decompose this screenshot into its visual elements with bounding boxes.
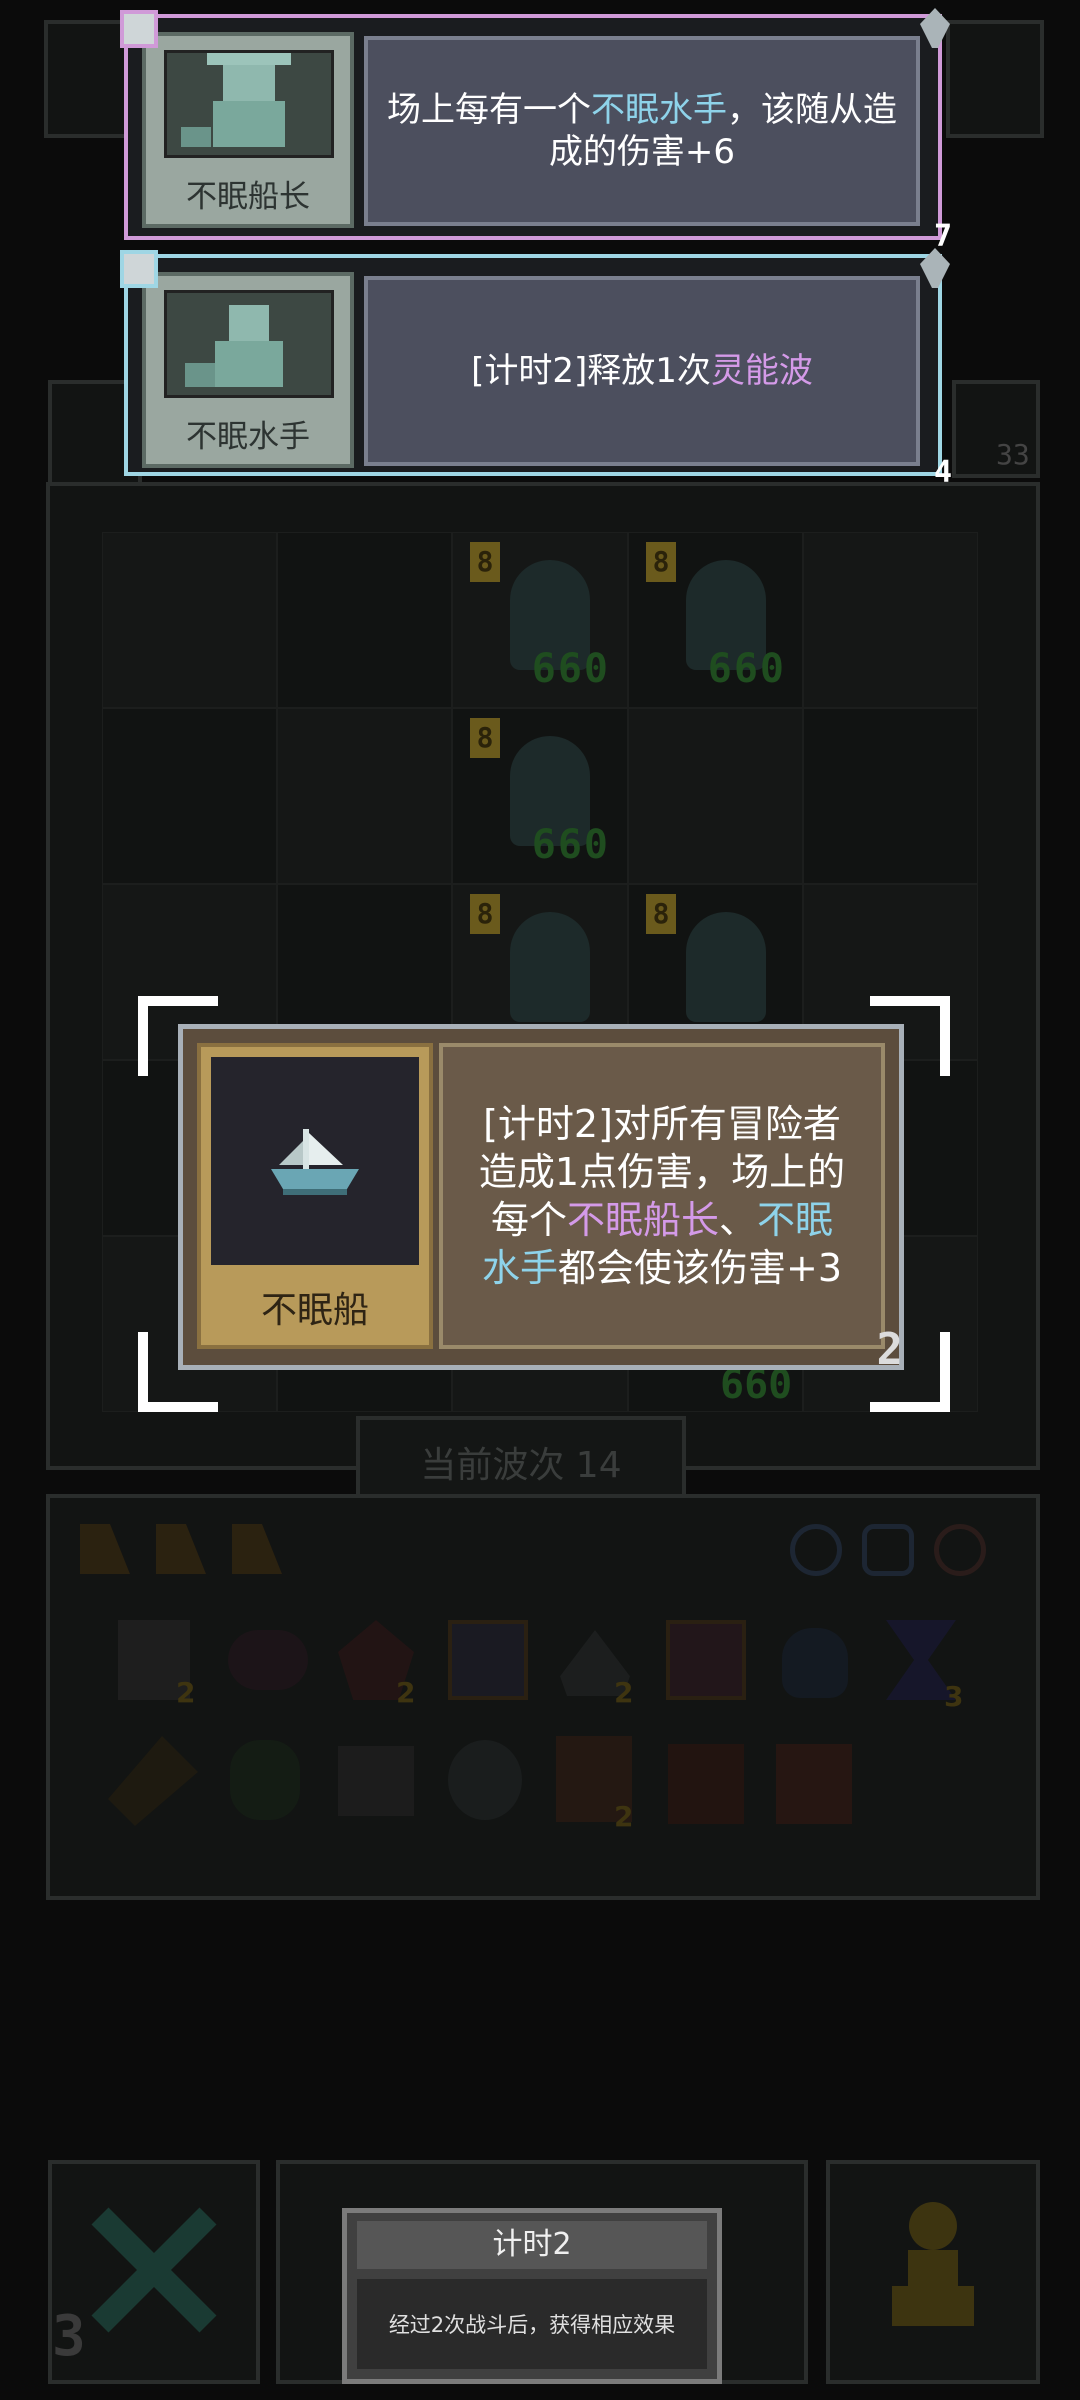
board-cell[interactable]	[802, 708, 978, 884]
unit-portrait: 不眠船长	[142, 32, 354, 228]
orb-filter-icon[interactable]	[934, 1524, 986, 1576]
unit-description: [计时2]对所有冒险者 造成1点伤害，场上的 每个不眠船长、不眠 水手都会使该伤…	[439, 1043, 885, 1349]
close-icon	[91, 2207, 217, 2333]
captain-info-card[interactable]: 不眠船长 场上每有一个不眠水手，该随从造成的伤害+6 7	[120, 8, 952, 254]
unit-captain[interactable]: 8 660	[470, 542, 610, 692]
desc-highlight: 不眠水手	[591, 90, 727, 130]
unit-level: 8	[646, 542, 676, 582]
desc-text: [计时2]释放1次	[471, 351, 711, 391]
recruit-button[interactable]	[826, 2160, 1040, 2384]
gear-filter-icon[interactable]	[790, 1524, 842, 1576]
item-count: 2	[614, 1676, 634, 1709]
inventory-item[interactable]	[338, 1746, 414, 1816]
card-badge: 2	[876, 1324, 904, 1375]
inventory-item[interactable]	[666, 1620, 746, 1700]
desc-text: 每个	[490, 1198, 567, 1242]
unit-hp: 660	[531, 822, 610, 868]
flask-filter-icon[interactable]	[862, 1524, 914, 1576]
unit-name: 不眠船	[260, 1290, 369, 1331]
unit-level: 8	[470, 894, 500, 934]
inventory-item[interactable]	[448, 1740, 522, 1820]
ship-icon	[271, 1129, 359, 1195]
board-cell[interactable]	[277, 532, 453, 708]
unit-portrait: 不眠水手	[142, 272, 354, 468]
item-count: 2	[396, 1676, 416, 1709]
captain-icon	[181, 53, 291, 147]
unit-hp: 660	[707, 646, 786, 692]
board-cell[interactable]	[102, 532, 278, 708]
item-count: 2	[614, 1800, 634, 1833]
unit-name: 不眠水手	[186, 419, 310, 455]
sailor-info-card[interactable]: 不眠水手 [计时2]释放1次灵能波 4	[120, 248, 952, 490]
desc-line: 造成1点伤害，场上的	[478, 1150, 846, 1194]
unit-description: [计时2]释放1次灵能波	[364, 276, 920, 466]
ship-info-card[interactable]: 不眠船 [计时2]对所有冒险者 造成1点伤害，场上的 每个不眠船长、不眠 水手都…	[178, 1024, 904, 1375]
desc-highlight: 不眠船长	[566, 1198, 719, 1242]
unit-sailor[interactable]: 8 660	[646, 542, 786, 692]
board-cell[interactable]	[802, 532, 978, 708]
corner-ornament	[120, 10, 158, 48]
captain-sprite	[164, 50, 334, 158]
hud-right-slot[interactable]	[946, 20, 1044, 138]
board-cell[interactable]	[277, 708, 453, 884]
sailor-sprite	[164, 290, 334, 398]
unit-captain[interactable]: 8	[646, 894, 786, 1044]
desc-highlight: 水手	[481, 1246, 558, 1290]
unit-sailor[interactable]: 8	[470, 894, 610, 1044]
unit-sprite	[686, 912, 766, 1022]
sword-icon	[920, 248, 950, 288]
pawn-icon	[892, 2202, 974, 2326]
inventory-item[interactable]	[776, 1744, 852, 1824]
board-cell[interactable]	[102, 708, 278, 884]
sailor-icon	[185, 305, 283, 387]
remaining-count: 3	[52, 2304, 86, 2369]
tooltip-title: 计时2	[357, 2221, 707, 2269]
keyword-tooltip: 计时2 经过2次战斗后，获得相应效果	[342, 2208, 722, 2384]
item-count: 3	[944, 1680, 964, 1713]
desc-text: 都会使该伤害+3	[557, 1246, 843, 1290]
tooltip-body: 经过2次战斗后，获得相应效果	[357, 2279, 707, 2369]
unit-portrait: 不眠船	[197, 1043, 433, 1349]
card-badge: 4	[933, 455, 952, 490]
desc-text: 、	[719, 1198, 758, 1242]
card-badge: 7	[933, 219, 952, 254]
desc-text: 场上每有一个	[387, 90, 591, 130]
unit-sprite	[510, 912, 590, 1022]
unit-level: 8	[470, 542, 500, 582]
inventory-item[interactable]	[230, 1740, 300, 1820]
unit-level: 8	[646, 894, 676, 934]
unit-name: 不眠船长	[186, 179, 310, 215]
desc-line: 每个不眠船长、不眠	[479, 1196, 845, 1244]
inventory-item[interactable]	[448, 1620, 528, 1700]
item-count: 2	[176, 1676, 196, 1709]
unit-description: 场上每有一个不眠水手，该随从造成的伤害+6	[364, 36, 920, 226]
unit-hp: 660	[531, 646, 610, 692]
desc-line: 水手都会使该伤害+3	[479, 1244, 845, 1292]
unit-level: 8	[470, 718, 500, 758]
desc-highlight: 不眠	[757, 1198, 834, 1242]
desc-highlight: 灵能波	[710, 351, 813, 391]
corner-ornament	[120, 250, 158, 288]
inventory-item[interactable]	[228, 1630, 308, 1690]
board-cell[interactable]	[627, 708, 803, 884]
side-badge: 33	[996, 438, 1030, 471]
inventory-item[interactable]	[782, 1628, 848, 1698]
desc-line: [计时2]对所有冒险者	[483, 1102, 841, 1146]
unit-sailor[interactable]: 8 660	[470, 718, 610, 868]
ship-sprite	[211, 1057, 419, 1265]
inventory-item[interactable]	[668, 1744, 744, 1824]
wave-label: 当前波次 14	[420, 1445, 622, 1486]
